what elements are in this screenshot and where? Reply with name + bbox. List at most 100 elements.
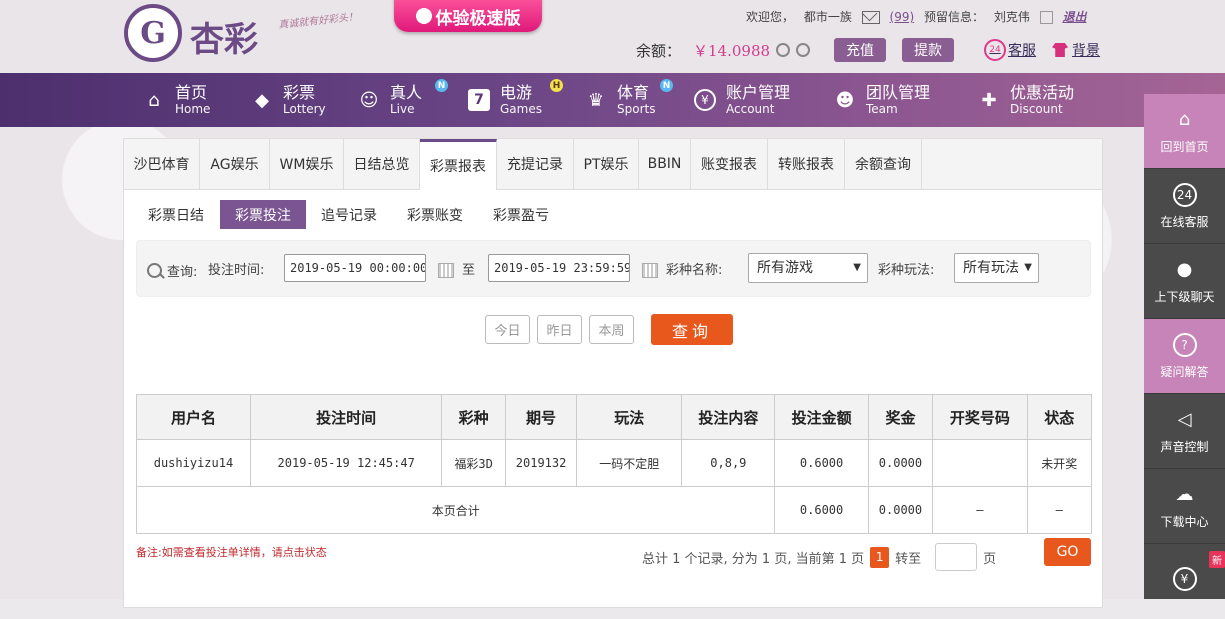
goto-label: 转至 — [895, 551, 922, 567]
user-info: 欢迎您， 都市一族 (99) 预留信息： 刘克伟 退出 — [746, 8, 1093, 25]
tab-bbin[interactable]: BBIN — [639, 139, 691, 189]
cell-lottery: 福彩3D — [441, 439, 506, 487]
games-icon: 7 — [468, 89, 490, 111]
nav-item-discount[interactable]: ✚ 优惠活动 Discount — [978, 73, 1074, 127]
status-link[interactable]: 未开奖 — [1026, 439, 1093, 487]
current-page[interactable]: 1 — [870, 546, 890, 568]
dropdown-arrow-icon: ▼ — [853, 262, 861, 273]
logout-link[interactable]: 退出 — [1063, 10, 1087, 24]
message-count-link[interactable]: (99) — [890, 10, 915, 24]
new-badge: N — [435, 79, 448, 92]
subtab-lottery-daily[interactable]: 彩票日结 — [136, 200, 216, 229]
mail-icon[interactable] — [861, 11, 880, 24]
sidebar-label: 下载中心 — [1160, 514, 1209, 529]
col-issue: 期号 — [504, 394, 578, 440]
nav-item-live[interactable]: ☺ 真人 Live N — [358, 73, 448, 127]
page-input[interactable] — [935, 543, 978, 571]
cell-bonus: 0.0000 — [867, 439, 934, 487]
game-select-value: 所有游戏 — [757, 260, 813, 276]
table-header-row: 用户名 投注时间 彩种 期号 玩法 投注内容 投注金额 奖金 开奖号码 状态 — [136, 394, 1093, 440]
nav-label-en: Discount — [1010, 102, 1063, 116]
tab-daily-summary[interactable]: 日结总览 — [344, 139, 420, 189]
right-sidebar: ⌂ 回到首页 24 在线客服 ● 上下级聊天 ? 疑问解答 ◁ 声音控制 ☁ 下… — [1144, 94, 1225, 599]
cell-username: dushiyizu14 — [136, 439, 251, 487]
subtab-lottery-bets[interactable]: 彩票投注 — [220, 200, 306, 229]
tab-account-change[interactable]: 账变报表 — [691, 139, 768, 189]
end-time-input[interactable]: 2019-05-19 23:59:59 — [488, 254, 630, 282]
game-select[interactable]: 所有游戏 ▼ — [748, 253, 868, 283]
go-button[interactable]: GO — [1044, 538, 1091, 566]
col-draw-number: 开奖号码 — [932, 394, 1028, 440]
cell-draw-number — [932, 439, 1028, 487]
trophy-icon: ♛ — [587, 89, 605, 111]
sidebar-item-chat[interactable]: ● 上下级聊天 — [1144, 244, 1225, 319]
hot-badge: H — [550, 79, 563, 92]
search-icon — [147, 263, 162, 278]
yesterday-button[interactable]: 昨日 — [537, 315, 582, 344]
nav-item-home[interactable]: ⌂ 首页 Home — [143, 73, 210, 127]
speed-version-label: 体验极速版 — [435, 8, 521, 28]
withdraw-button[interactable]: 提款 — [902, 38, 955, 62]
note-text: 备注:如需查看投注单详情，请点击状态 — [136, 546, 327, 559]
table-total-row: 本页合计 0.6000 0.0000 — — — [135, 486, 1093, 534]
sidebar-item-online-service[interactable]: 24 在线客服 — [1144, 169, 1225, 244]
tab-wm[interactable]: WM娱乐 — [270, 139, 344, 189]
tab-pt[interactable]: PT娱乐 — [574, 139, 639, 189]
speed-version-button[interactable]: 体验极速版 — [394, 0, 542, 32]
total-status: — — [1026, 486, 1093, 534]
play-type-select[interactable]: 所有玩法 ▼ — [954, 253, 1039, 283]
sidebar-item-home[interactable]: ⌂ 回到首页 — [1144, 94, 1225, 169]
tab-balance-query[interactable]: 余额查询 — [845, 139, 922, 189]
tab-lottery-report[interactable]: 彩票报表 — [420, 139, 497, 190]
sidebar-item-sound[interactable]: ◁ 声音控制 — [1144, 394, 1225, 469]
live-icon: ☺ — [359, 89, 379, 111]
col-bet-content: 投注内容 — [681, 394, 776, 440]
sidebar-item-download[interactable]: ☁ 下载中心 — [1144, 469, 1225, 544]
nav-label-cn: 优惠活动 — [1010, 83, 1075, 102]
col-bet-time: 投注时间 — [249, 394, 443, 440]
sidebar-item-faq[interactable]: ? 疑问解答 — [1144, 319, 1225, 394]
welcome-text: 欢迎您， — [746, 10, 795, 24]
customer-service-link[interactable]: 24 客服 — [984, 39, 1036, 61]
nav-item-team[interactable]: ☻ 团队管理 Team — [834, 73, 930, 127]
tab-ag[interactable]: AG娱乐 — [200, 139, 270, 189]
play-type-label: 彩种玩法: — [878, 263, 935, 278]
refresh-icon[interactable] — [776, 43, 791, 57]
col-bet-amount: 投注金额 — [774, 394, 869, 440]
logo-mark-icon: G — [124, 4, 182, 62]
search-button[interactable]: 查询 — [651, 314, 733, 345]
edit-icon[interactable] — [1039, 11, 1053, 24]
speaker-icon: ◁ — [1177, 409, 1192, 430]
pager-summary: 总计 1 个记录, 分为 1 页, 当前第 1 页 — [642, 551, 865, 567]
subtab-chase-records[interactable]: 追号记录 — [308, 200, 390, 229]
col-play: 玩法 — [576, 394, 683, 440]
query-label: 查询: — [167, 265, 198, 280]
tab-deposit-withdraw[interactable]: 充提记录 — [497, 139, 574, 189]
deposit-button[interactable]: 充值 — [834, 38, 887, 62]
balance-row: 余额： ￥14.0988 充值 提款 24 客服 背景 — [636, 38, 1100, 62]
nav-item-sports[interactable]: ♛ 体育 Sports N — [585, 73, 673, 127]
subtab-lottery-profit[interactable]: 彩票盈亏 — [480, 200, 562, 229]
nav-label-cn: 体育 — [617, 83, 650, 102]
game-name-label: 彩种名称: — [666, 263, 723, 278]
tab-saba-sports[interactable]: 沙巴体育 — [124, 139, 200, 189]
nav-item-games[interactable]: 7 电游 Games H — [468, 73, 563, 127]
chat-icon: ● — [1176, 259, 1193, 280]
gift-icon: ✚ — [981, 89, 997, 111]
shirt-icon — [1052, 43, 1069, 57]
start-time-input[interactable]: 2019-05-19 00:00:00 — [284, 254, 426, 282]
sidebar-label: 回到首页 — [1160, 139, 1209, 154]
background-skin-link[interactable]: 背景 — [1052, 40, 1100, 60]
today-button[interactable]: 今日 — [485, 315, 530, 344]
hide-balance-icon[interactable] — [796, 43, 811, 57]
nav-label-cn: 彩票 — [283, 83, 316, 102]
dropdown-arrow-icon: ▼ — [1024, 262, 1032, 273]
calendar-icon[interactable] — [642, 263, 658, 278]
logo[interactable]: G 杏彩 真诚就有好彩头！ — [124, 4, 364, 66]
nav-item-account[interactable]: ¥ 账户管理 Account — [694, 73, 790, 127]
subtab-lottery-account-change[interactable]: 彩票账变 — [394, 200, 476, 229]
this-week-button[interactable]: 本周 — [589, 315, 634, 344]
nav-item-lottery[interactable]: ◆ 彩票 Lottery — [251, 73, 326, 127]
calendar-icon[interactable] — [438, 263, 454, 278]
tab-transfer-report[interactable]: 转账报表 — [768, 139, 845, 189]
